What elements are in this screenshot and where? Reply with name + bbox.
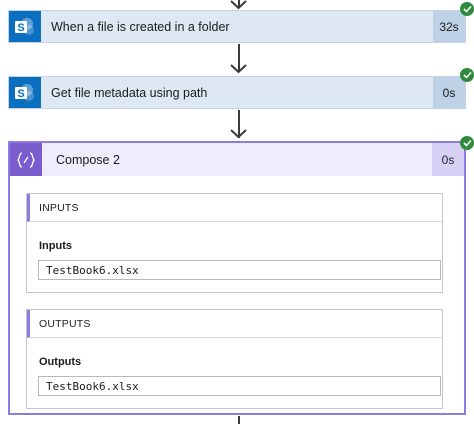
outputs-value[interactable]: TestBook6.xlsx	[38, 376, 441, 396]
compose-header[interactable]: Compose 2 0s	[10, 143, 464, 176]
step-get-file-metadata[interactable]: S Get file metadata using path 0s	[8, 76, 466, 109]
compose-braces-icon	[10, 143, 42, 176]
outputs-section: OUTPUTS Outputs TestBook6.xlsx	[26, 309, 443, 409]
sharepoint-icon: S	[9, 77, 41, 108]
compose-title: Compose 2	[56, 152, 120, 167]
success-check-icon	[460, 68, 474, 82]
step-duration: 32s	[433, 11, 465, 42]
inputs-label: Inputs	[39, 240, 72, 252]
inputs-section: INPUTS Inputs TestBook6.xlsx	[26, 193, 443, 293]
step-title: Get file metadata using path	[51, 85, 208, 100]
compose-duration: 0s	[432, 143, 464, 176]
success-check-icon	[460, 2, 474, 16]
step-duration: 0s	[433, 77, 465, 108]
step-title: When a file is created in a folder	[51, 19, 230, 34]
inputs-header[interactable]: INPUTS	[27, 194, 442, 222]
outputs-header[interactable]: OUTPUTS	[27, 310, 442, 338]
step-compose-2[interactable]: Compose 2 0s INPUTS Inputs TestBook6.xls…	[8, 141, 466, 415]
outputs-label: Outputs	[39, 356, 82, 368]
inputs-value[interactable]: TestBook6.xlsx	[38, 260, 441, 280]
svg-text:S: S	[17, 88, 24, 100]
arrow-down-icon	[230, 64, 247, 74]
svg-text:S: S	[17, 22, 24, 34]
step-when-file-created[interactable]: S When a file is created in a folder 32s	[8, 10, 466, 43]
arrow-down-icon	[230, 0, 247, 10]
arrow-down-icon	[230, 129, 247, 139]
sharepoint-icon: S	[9, 11, 41, 42]
connector-bottom	[238, 416, 240, 424]
success-check-icon	[460, 136, 474, 150]
